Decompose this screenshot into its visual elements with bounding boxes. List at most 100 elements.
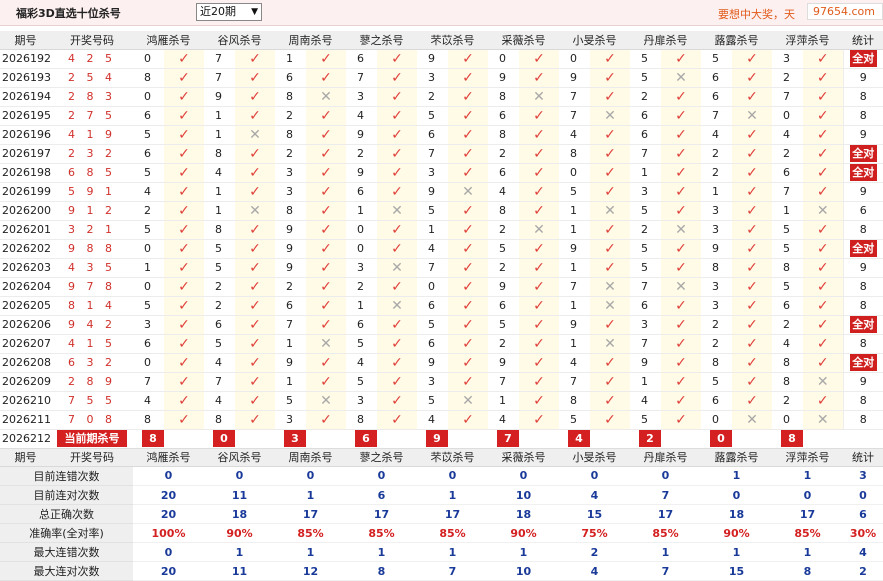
kill-number: 6 — [701, 87, 732, 107]
kill-number: 8 — [488, 87, 519, 107]
stat-value: 8 — [859, 299, 867, 312]
kill-number: 0 — [772, 106, 803, 126]
check-icon: ✓ — [249, 392, 261, 409]
result-cell: ✓ — [803, 49, 843, 69]
current-issue-number: 2026212 — [0, 429, 51, 449]
result-cell: ✓ — [448, 296, 488, 316]
check-icon: ✓ — [462, 145, 474, 162]
check-icon: ✓ — [391, 50, 403, 67]
summary-label: 总正确次数 — [0, 504, 133, 524]
result-cell: ✓ — [519, 106, 559, 126]
summary-value: 0 — [417, 466, 488, 486]
col-header-killer: 谷风杀号 — [204, 31, 275, 50]
result-cell: ✓ — [235, 182, 275, 202]
kill-number: 2 — [630, 220, 661, 240]
result-cell: ✓ — [519, 125, 559, 145]
draw-number: 3 2 1 — [51, 220, 133, 240]
result-cell: ✓ — [661, 391, 701, 411]
cross-icon: ✕ — [604, 335, 616, 352]
summary-value: 90% — [488, 523, 559, 543]
result-cell: ✓ — [306, 410, 346, 430]
check-icon: ✓ — [178, 221, 190, 238]
result-cell: ✕ — [235, 125, 275, 145]
kill-number: 6 — [488, 163, 519, 183]
cross-icon: ✕ — [675, 69, 687, 86]
kill-number: 1 — [559, 334, 590, 354]
result-cell: ✓ — [306, 49, 346, 69]
kill-number: 6 — [630, 106, 661, 126]
check-icon: ✓ — [391, 373, 403, 390]
kill-number: 2 — [701, 315, 732, 335]
result-cell: ✓ — [590, 410, 630, 430]
result-cell: ✓ — [448, 239, 488, 259]
draw-number: 4 3 5 — [51, 258, 133, 278]
result-cell: ✕ — [377, 258, 417, 278]
kill-number: 2 — [701, 163, 732, 183]
check-icon: ✓ — [249, 221, 261, 238]
kill-number: 0 — [133, 49, 164, 69]
kill-number: 0 — [701, 410, 732, 430]
kill-number: 7 — [630, 144, 661, 164]
check-icon: ✓ — [816, 297, 829, 314]
result-cell: ✓ — [448, 68, 488, 88]
result-cell: ✕ — [661, 277, 701, 297]
summary-value: 2 — [559, 542, 630, 562]
draw-number: 9 1 2 — [51, 201, 133, 221]
result-cell: ✓ — [164, 87, 204, 107]
stat-value: 8 — [859, 90, 867, 103]
result-cell: ✓ — [732, 87, 772, 107]
check-icon: ✓ — [320, 259, 332, 276]
kill-number: 5 — [417, 315, 448, 335]
result-cell: ✓ — [661, 125, 701, 145]
kill-number: 7 — [772, 87, 803, 107]
check-icon: ✓ — [462, 164, 474, 181]
summary-value: 11 — [204, 561, 275, 581]
result-cell: ✓ — [164, 410, 204, 430]
period-select[interactable]: 近20期 ▼ — [196, 3, 262, 21]
kill-number: 1 — [204, 182, 235, 202]
summary-value: 85% — [772, 523, 843, 543]
kill-number: 5 — [417, 391, 448, 411]
check-icon: ✓ — [816, 354, 829, 371]
check-icon: ✓ — [604, 354, 616, 371]
check-icon: ✓ — [533, 373, 545, 390]
check-icon: ✓ — [178, 373, 190, 390]
summary-value: 85% — [346, 523, 417, 543]
promo-link[interactable]: 要想中大奖，天 — [718, 6, 795, 22]
chevron-down-icon: ▼ — [251, 7, 258, 17]
kill-number: 5 — [772, 277, 803, 297]
summary-stat: 30% — [843, 523, 883, 543]
kill-number: 4 — [488, 410, 519, 430]
issue-number: 2026192 — [0, 49, 51, 69]
check-icon: ✓ — [675, 202, 687, 219]
kill-number: 4 — [488, 182, 519, 202]
result-cell: ✓ — [448, 49, 488, 69]
check-icon: ✓ — [249, 164, 261, 181]
kill-number: 0 — [133, 277, 164, 297]
check-icon: ✓ — [178, 202, 190, 219]
summary-row: 准确率(全对率) 100% 90% 85% 85% 85% 90% 75% 85% 90% 85% 3… — [0, 523, 883, 543]
current-kill-number: 6 — [355, 430, 377, 447]
issue-number: 2026204 — [0, 277, 51, 297]
result-cell: ✓ — [306, 296, 346, 316]
result-cell: ✓ — [164, 334, 204, 354]
bottom-header-row: 期号 开奖号码 鸿雁杀号 谷风杀号 周南杀号 蓼之杀号 芣苡杀号 采薇杀号 小旻杀号 丹扉杀号 蕗露… — [0, 448, 883, 467]
stat-value: 8 — [859, 394, 867, 407]
result-cell: ✕ — [732, 106, 772, 126]
current-kill-cell: 4 — [559, 429, 590, 449]
current-empty-cell — [448, 429, 488, 449]
summary-value: 85% — [630, 523, 701, 543]
current-kill-cell: 0 — [204, 429, 235, 449]
current-kill-cell: 9 — [417, 429, 448, 449]
kill-number: 9 — [701, 239, 732, 259]
check-icon: ✓ — [320, 316, 332, 333]
kill-number: 9 — [275, 258, 306, 278]
kill-number: 1 — [275, 334, 306, 354]
kill-number: 2 — [701, 144, 732, 164]
check-icon: ✓ — [675, 240, 687, 257]
current-kill-cell: 2 — [630, 429, 661, 449]
stat-cell: 8 — [842, 296, 883, 316]
kill-number: 0 — [559, 49, 590, 69]
kill-number: 5 — [346, 334, 377, 354]
result-cell: ✓ — [803, 391, 843, 411]
